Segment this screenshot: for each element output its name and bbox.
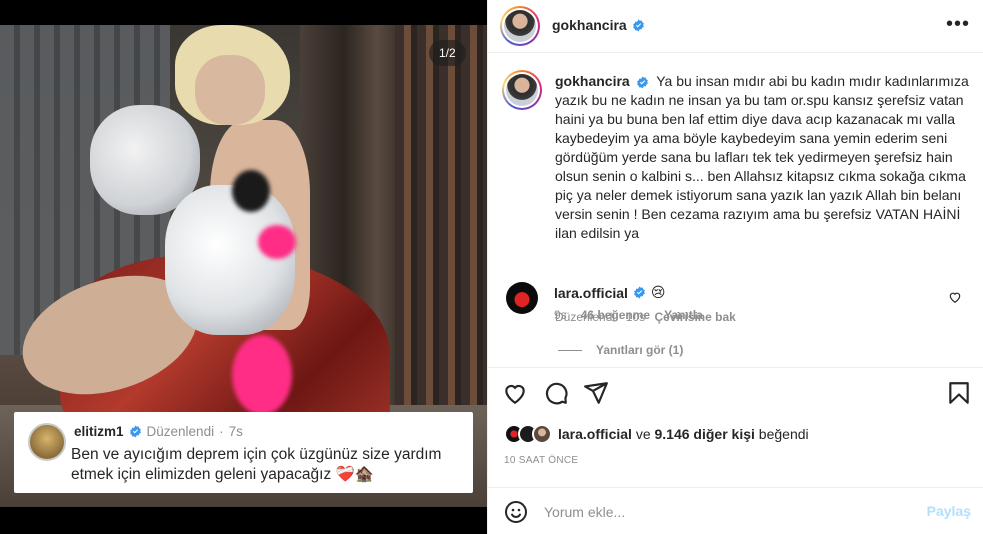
bookmark-icon[interactable]	[946, 380, 972, 406]
likes-connector: ve	[635, 426, 651, 442]
comment-line: lara.official 😢	[554, 284, 666, 301]
comment-composer: Paylaş	[488, 487, 983, 534]
comment-heart-icon[interactable]	[948, 290, 962, 304]
post-comment-button[interactable]: Paylaş	[927, 503, 971, 519]
liked-by-user[interactable]: lara.official	[558, 426, 632, 442]
censor-pink-blob	[232, 335, 292, 415]
story-repost-card: elitizm1 Düzenlendi · 7s Ben ve ayıcığım…	[14, 412, 473, 493]
censor-dark-blob	[232, 170, 270, 212]
avatar[interactable]	[500, 6, 540, 46]
verified-badge-icon	[632, 19, 644, 31]
verified-badge-icon	[636, 76, 648, 89]
likes-text: lara.official ve 9.146 diğer kişi beğend…	[558, 426, 809, 442]
verified-badge-icon	[129, 425, 141, 438]
view-replies-label: Yanıtları gör (1)	[596, 343, 684, 357]
comment-text: 😢	[650, 284, 666, 300]
post-side-panel: gokhancira ••• gokhancira Ya bu insan mı…	[487, 0, 983, 534]
comment-age: 9s	[554, 308, 567, 322]
header-username[interactable]: gokhancira	[552, 17, 627, 33]
heart-icon[interactable]	[502, 380, 528, 406]
reply-button[interactable]: Yanıtla	[664, 308, 703, 322]
likes-summary[interactable]: lara.official ve 9.146 diğer kişi beğend…	[504, 424, 809, 444]
post-timestamp[interactable]: 10 SAAT ÖNCE	[504, 455, 578, 466]
header-user: gokhancira	[552, 17, 645, 33]
caption-text: Ya bu insan mıdır abi bu kadın mıdır kad…	[555, 73, 969, 241]
comment-username[interactable]: lara.official	[554, 285, 628, 301]
caption-body: gokhancira Ya bu insan mıdır abi bu kadı…	[555, 72, 975, 243]
post-header: gokhancira •••	[488, 0, 983, 53]
emoji-icon[interactable]	[504, 500, 528, 524]
comment-input[interactable]	[544, 498, 914, 526]
caption-username[interactable]: gokhancira	[555, 73, 630, 89]
photo-clothes-rack	[395, 25, 487, 445]
comment-item: lara.official 😢 9s 46 beğenme Yanıtla	[506, 282, 976, 342]
avatar	[532, 424, 552, 444]
post-media[interactable]: 1/2 elitizm1 Düzenlendi · 7s Ben ve ayıc…	[0, 0, 487, 534]
comment-icon[interactable]	[543, 380, 569, 406]
story-card-separator: ·	[219, 424, 224, 439]
comment-meta: 9s 46 beğenme Yanıtla	[554, 308, 703, 322]
likes-suffix: beğendi	[758, 426, 809, 442]
more-options-icon[interactable]: •••	[946, 14, 970, 34]
story-card-age: 7s	[228, 424, 243, 439]
story-card-text: Ben ve ayıcığım deprem için çok üzgünüz …	[71, 446, 442, 483]
verified-badge-icon	[634, 286, 645, 299]
replies-divider	[558, 349, 582, 351]
photo-plush-body	[165, 185, 295, 335]
photo-face	[195, 55, 265, 125]
story-card-header: elitizm1 Düzenlendi · 7s	[74, 424, 243, 439]
story-card-edited: Düzenlendi	[146, 424, 215, 439]
media-counter: 1/2	[429, 40, 466, 66]
story-card-username: elitizm1	[74, 424, 124, 439]
avatar	[28, 423, 66, 461]
send-icon[interactable]	[583, 380, 609, 406]
comment-likes-button[interactable]: 46 beğenme	[581, 308, 650, 322]
avatar[interactable]	[506, 282, 538, 314]
censor-pink-blob	[258, 225, 296, 259]
avatar[interactable]	[502, 70, 542, 110]
likes-count[interactable]: 9.146 diğer kişi	[655, 426, 755, 442]
view-replies-button[interactable]: Yanıtları gör (1)	[558, 343, 683, 357]
